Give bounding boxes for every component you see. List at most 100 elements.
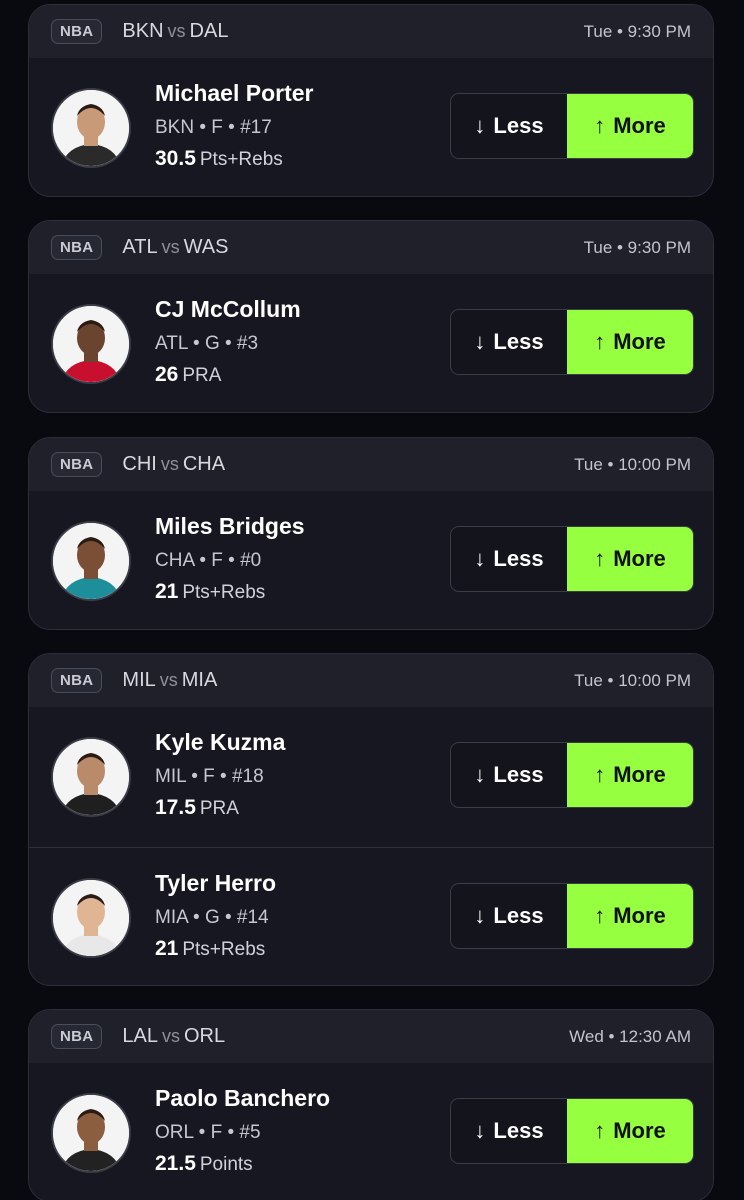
player-row: Tyler Herro MIA • G • #14 21 Pts+Rebs ↓ Less ↑…	[29, 847, 713, 985]
more-label: More	[613, 546, 666, 571]
stat-type: Pts+Rebs	[182, 939, 266, 960]
player-avatar	[51, 878, 131, 958]
less-button[interactable]: ↓ Less	[451, 1099, 567, 1163]
game-card: NBA MIL vs MIA Tue • 10:00 PM Kyle Kuzma MIL •…	[28, 653, 714, 986]
player-avatar	[51, 1093, 131, 1173]
player-name: Paolo Banchero	[155, 1085, 331, 1111]
pick-buttons: ↓ Less ↑ More	[450, 93, 694, 159]
arrow-up-icon: ↑	[594, 762, 606, 787]
pick-buttons: ↓ Less ↑ More	[450, 883, 694, 949]
stat-type: PRA	[199, 798, 239, 819]
player-info: Kyle Kuzma MIL • F • #18 17.5 PRA	[155, 729, 285, 820]
player-info: Miles Bridges CHA • F • #0 21 Pts+Rebs	[155, 513, 305, 604]
stat-type: Points	[199, 1154, 253, 1175]
projection-value: 30.5	[155, 147, 196, 170]
arrow-up-icon: ↑	[594, 329, 606, 354]
more-button[interactable]: ↑ More	[567, 527, 693, 591]
game-time: Tue • 9:30 PM	[583, 21, 691, 41]
more-button[interactable]: ↑ More	[567, 1099, 693, 1163]
player-info: Michael Porter BKN • F • #17 30.5 Pts+Rebs	[155, 80, 314, 171]
stat-type: Pts+Rebs	[199, 149, 283, 170]
away-team: ORL	[184, 1025, 226, 1047]
player-meta: MIL • F • #18	[155, 766, 264, 787]
less-button[interactable]: ↓ Less	[451, 527, 567, 591]
projection-value: 21	[155, 580, 179, 603]
game-time: Tue • 10:00 PM	[574, 454, 691, 474]
stat-type: Pts+Rebs	[182, 582, 266, 603]
projections-feed: NBA BKN vs DAL Tue • 9:30 PM Michael Porter BK…	[0, 0, 744, 1200]
projection-line: 17.5 PRA	[155, 796, 285, 820]
away-team: MIA	[181, 669, 218, 691]
home-team: BKN	[122, 20, 164, 42]
arrow-down-icon: ↓	[474, 1118, 486, 1143]
player-info: CJ McCollum ATL • G • #3 26 PRA	[155, 296, 301, 387]
more-button[interactable]: ↑ More	[567, 310, 693, 374]
player-name: Miles Bridges	[155, 513, 305, 539]
vs-label: vs	[162, 1026, 180, 1046]
game-header: NBA ATL vs WAS Tue • 9:30 PM	[29, 221, 713, 274]
arrow-down-icon: ↓	[474, 113, 486, 138]
game-time: Wed • 12:30 AM	[569, 1026, 691, 1046]
arrow-up-icon: ↑	[594, 1118, 606, 1143]
more-button[interactable]: ↑ More	[567, 743, 693, 807]
less-label: Less	[493, 329, 544, 354]
player-meta: CHA • F • #0	[155, 550, 262, 571]
player-avatar	[51, 88, 131, 168]
away-team: DAL	[189, 20, 229, 42]
game-header: NBA CHI vs CHA Tue • 10:00 PM	[29, 438, 713, 491]
more-label: More	[613, 329, 666, 354]
matchup: BKN vs DAL	[122, 20, 228, 43]
more-button[interactable]: ↑ More	[567, 94, 693, 158]
player-row: Miles Bridges CHA • F • #0 21 Pts+Rebs ↓ Less…	[29, 491, 713, 629]
player-name: Kyle Kuzma	[155, 729, 286, 755]
less-label: Less	[493, 1118, 544, 1143]
player-row: Kyle Kuzma MIL • F • #18 17.5 PRA ↓ Less ↑ More	[29, 707, 713, 847]
league-badge: NBA	[51, 668, 103, 693]
player-info: Paolo Banchero ORL • F • #5 21.5 Points	[155, 1085, 330, 1176]
less-label: Less	[493, 903, 544, 928]
more-label: More	[613, 903, 666, 928]
league-badge: NBA	[51, 19, 103, 44]
less-button[interactable]: ↓ Less	[451, 310, 567, 374]
player-name: CJ McCollum	[155, 296, 301, 322]
arrow-down-icon: ↓	[474, 903, 486, 928]
matchup: MIL vs MIA	[122, 669, 217, 692]
pick-buttons: ↓ Less ↑ More	[450, 742, 694, 808]
projection-value: 21.5	[155, 1152, 196, 1175]
player-info: Tyler Herro MIA • G • #14 21 Pts+Rebs	[155, 870, 276, 961]
more-button[interactable]: ↑ More	[567, 884, 693, 948]
league-badge: NBA	[51, 452, 103, 477]
arrow-down-icon: ↓	[474, 762, 486, 787]
game-time: Tue • 9:30 PM	[583, 237, 691, 257]
projection-value: 21	[155, 937, 179, 960]
less-button[interactable]: ↓ Less	[451, 884, 567, 948]
vs-label: vs	[167, 21, 186, 41]
home-team: LAL	[122, 1025, 158, 1047]
game-card: NBA CHI vs CHA Tue • 10:00 PM Miles Bridges CH…	[28, 437, 714, 630]
less-button[interactable]: ↓ Less	[451, 94, 567, 158]
more-label: More	[613, 113, 666, 138]
game-time: Tue • 10:00 PM	[574, 670, 691, 690]
home-team: CHI	[122, 453, 157, 475]
game-card: NBA ATL vs WAS Tue • 9:30 PM CJ McCollum ATL •…	[28, 220, 714, 413]
player-row: Paolo Banchero ORL • F • #5 21.5 Points ↓ Les…	[29, 1063, 713, 1200]
player-meta: ORL • F • #5	[155, 1122, 261, 1143]
player-row: CJ McCollum ATL • G • #3 26 PRA ↓ Less ↑ More	[29, 274, 713, 412]
less-label: Less	[493, 546, 544, 571]
less-button[interactable]: ↓ Less	[451, 743, 567, 807]
less-label: Less	[493, 762, 544, 787]
projection-value: 26	[155, 363, 179, 386]
matchup: CHI vs CHA	[122, 453, 225, 476]
matchup: LAL vs ORL	[122, 1025, 225, 1048]
game-card: NBA LAL vs ORL Wed • 12:30 AM Paolo Banchero O…	[28, 1009, 714, 1200]
player-name: Michael Porter	[155, 80, 314, 106]
game-card: NBA BKN vs DAL Tue • 9:30 PM Michael Porter BK…	[28, 4, 714, 197]
arrow-up-icon: ↑	[594, 903, 606, 928]
pick-buttons: ↓ Less ↑ More	[450, 1098, 694, 1164]
more-label: More	[613, 1118, 666, 1143]
player-meta: ATL • G • #3	[155, 333, 259, 354]
arrow-up-icon: ↑	[594, 546, 606, 571]
game-header: NBA BKN vs DAL Tue • 9:30 PM	[29, 5, 713, 58]
game-header: NBA LAL vs ORL Wed • 12:30 AM	[29, 1010, 713, 1063]
player-meta: BKN • F • #17	[155, 117, 272, 138]
